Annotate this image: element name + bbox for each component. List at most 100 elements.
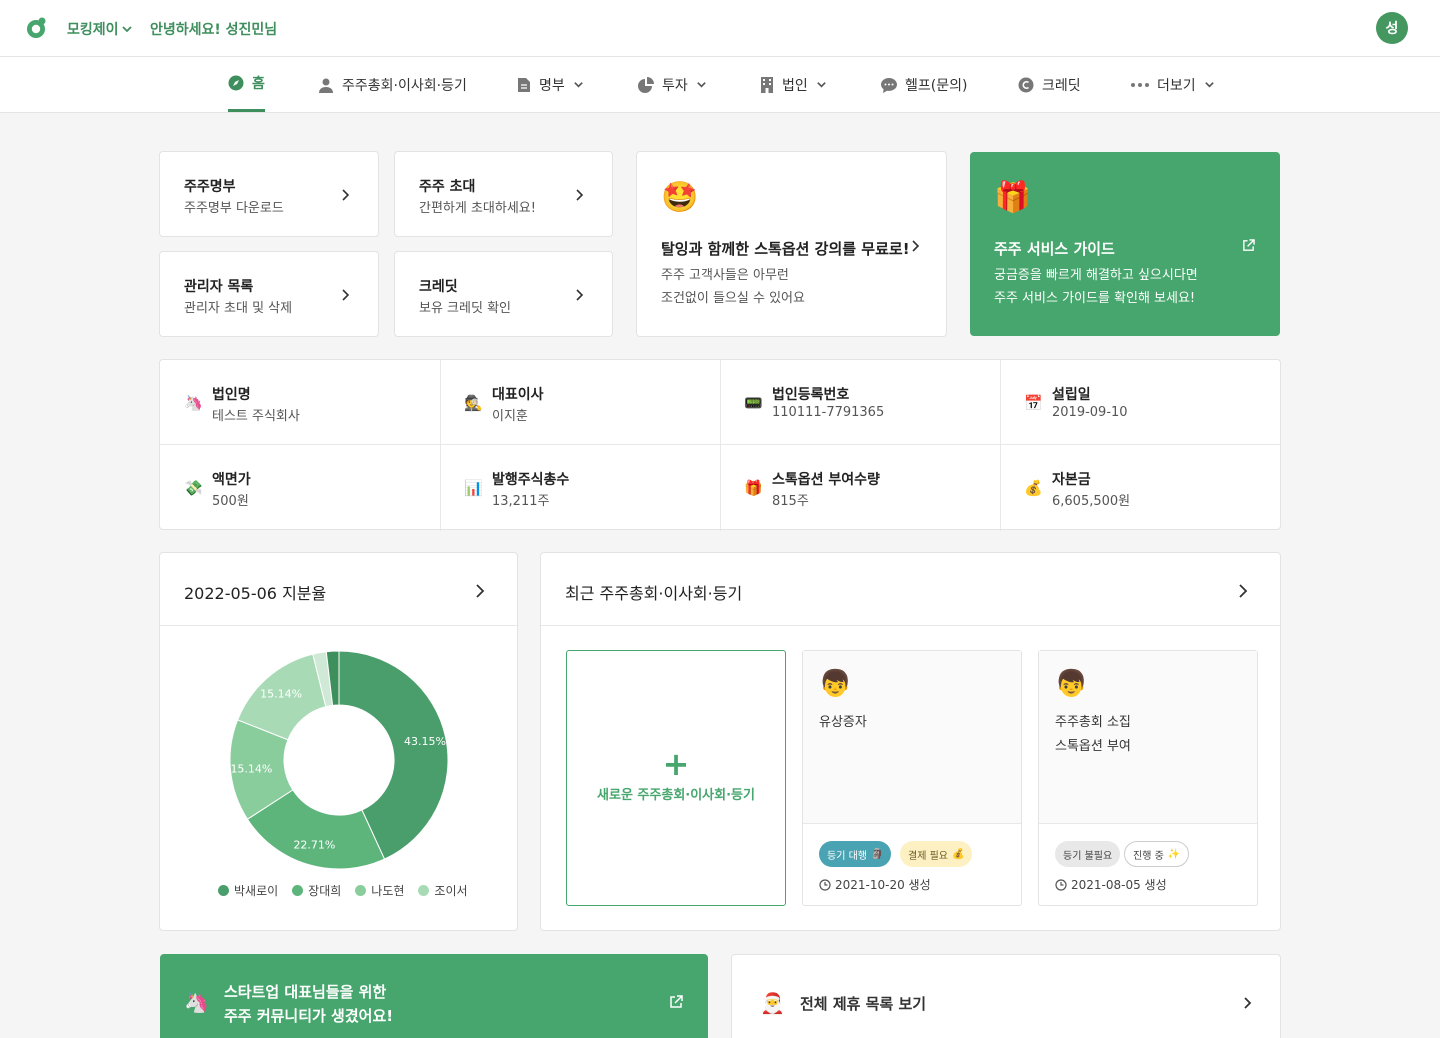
building-icon: [761, 76, 773, 93]
pie-chart-icon: [638, 76, 654, 93]
greeting-text: 안녕하세요! 성진민님: [150, 22, 278, 38]
admin-list-card[interactable]: 관리자 목록 관리자 초대 및 삭제: [159, 251, 379, 337]
meeting-date: 2021-10-20 생성: [819, 876, 931, 893]
meetings-header[interactable]: 최근 주주총회·이사회·등기: [541, 553, 1280, 626]
nav-corporation[interactable]: 법인: [760, 57, 827, 112]
ownership-header[interactable]: 2022-05-06 지분율: [160, 553, 517, 626]
card-subtitle: 관리자 초대 및 삭제: [184, 301, 293, 316]
guide-body: 궁금증을 빠르게 해결하고 싶으시다면 주주 서비스 가이드를 확인해 보세요!: [994, 268, 1198, 306]
external-link-icon: [670, 995, 683, 1008]
card-title: 관리자 목록: [184, 279, 254, 295]
chevron-down-icon: [1204, 82, 1214, 88]
chevron-down-icon: [697, 82, 706, 88]
service-guide-card[interactable]: 🎁 주주 서비스 가이드 궁금증을 빠르게 해결하고 싶으시다면 주주 서비스 …: [970, 152, 1280, 336]
chevron-right-icon: [342, 289, 350, 301]
stock-option-lecture-promo[interactable]: 🤩 탈잉과 함께한 스톡옵션 강의를 무료로! 주주 고객사들은 아무런 조건없…: [636, 151, 947, 337]
community-banner[interactable]: 🦄 스타트업 대표님들을 위한 주주 커뮤니티가 생겼어요!: [160, 954, 708, 1038]
new-meeting-button[interactable]: + 새로운 주주총회·이사회·등기: [566, 650, 786, 906]
nav-help-label: 헬프(문의): [905, 77, 968, 94]
main-nav: 홈 주주총회·이사회·등기 명부 투자 법인 헬프(문의) 크레딧 더보기: [0, 57, 1440, 113]
nav-registry[interactable]: 명부: [517, 57, 584, 112]
status-badge: 진행 중 ✨: [1124, 841, 1190, 867]
info-label: 법인등록번호: [772, 387, 850, 403]
chevron-right-icon: [1244, 997, 1252, 1009]
info-value: 테스트 주식회사: [212, 409, 300, 424]
calendar-icon: 📅: [1024, 394, 1043, 412]
chevron-right-icon[interactable]: [475, 583, 485, 599]
nav-investment[interactable]: 투자: [638, 57, 707, 112]
info-total-shares: 📊 발행주식총수 13,211주: [440, 445, 720, 530]
credit-card[interactable]: 크레딧 보유 크레딧 확인: [394, 251, 613, 337]
meeting-item[interactable]: 👦 유상증자 등기 대행 🗿 결제 필요 💰 2021-10-20 생성: [802, 650, 1022, 906]
nav-registry-label: 명부: [539, 77, 565, 94]
gift-icon: 🎁: [744, 479, 763, 497]
donut-slice-label: 15.14%: [230, 763, 272, 776]
unicorn-icon: 🦄: [184, 990, 209, 1014]
legend-swatch: [292, 885, 304, 896]
info-founded-date: 📅 설립일 2019-09-10: [1000, 360, 1280, 445]
partner-list-banner[interactable]: 🎅 전체 제휴 목록 보기: [731, 954, 1281, 1038]
shareholder-registry-card[interactable]: 주주명부 주주명부 다운로드: [159, 151, 379, 237]
info-value: 815주: [772, 494, 809, 509]
nav-more-label: 더보기: [1157, 77, 1196, 94]
chevron-right-icon: [342, 189, 350, 201]
chart-legend: 박새로이 장대희 나도현 조이서: [218, 882, 468, 899]
nav-help[interactable]: 헬프(문의): [881, 57, 967, 112]
card-subtitle: 주주명부 다운로드: [184, 201, 284, 216]
legend-item: 나도현: [355, 882, 404, 899]
info-label: 스톡옵션 부여수량: [772, 472, 880, 488]
invite-shareholder-card[interactable]: 주주 초대 간편하게 초대하세요!: [394, 151, 613, 237]
nav-home[interactable]: 홈: [228, 57, 265, 112]
clock-icon: [819, 878, 831, 891]
card-title: 크레딧: [419, 279, 458, 295]
donut-slice-label: 15.14%: [260, 688, 302, 701]
document-icon: [518, 77, 530, 92]
money-bag-icon: 💰: [951, 848, 965, 860]
badge-label: 등기 불필요: [1063, 850, 1113, 862]
pager-icon: 📟: [744, 394, 763, 412]
star-struck-emoji-icon: 🤩: [661, 180, 699, 215]
meeting-item[interactable]: 👦 주주총회 소집 스톡옵션 부여 등기 불필요 진행 중 ✨ 2021-08-…: [1038, 650, 1258, 906]
chevron-down-icon: [121, 26, 132, 33]
gift-icon: 🎁: [994, 180, 1032, 215]
info-label: 발행주식총수: [492, 472, 570, 488]
partner-title: 전체 제휴 목록 보기: [800, 995, 927, 1013]
info-label: 설립일: [1052, 387, 1091, 403]
info-value: 500원: [212, 494, 249, 509]
new-meeting-label: 새로운 주주총회·이사회·등기: [597, 788, 755, 803]
logo-icon[interactable]: [24, 16, 48, 40]
ownership-card: 2022-05-06 지분율 43.15% 22.71% 15.14% 15.14% …: [159, 552, 518, 931]
info-label: 액면가: [212, 472, 251, 488]
meeting-item-body: 👦 유상증자: [803, 651, 1021, 824]
info-label: 법인명: [212, 387, 251, 403]
legend-label: 장대희: [308, 884, 342, 898]
promo-body: 주주 고객사들은 아무런 조건없이 들으실 수 있어요: [661, 268, 805, 306]
legend-swatch: [218, 885, 229, 896]
meeting-date: 2021-08-05 생성: [1055, 876, 1167, 893]
legend-item: 조이서: [418, 882, 468, 899]
card-title: 주주명부: [184, 179, 236, 195]
info-company-name: 🦄 법인명 테스트 주식회사: [160, 360, 440, 445]
ownership-title: 2022-05-06 지분율: [184, 584, 327, 603]
nav-credit-label: 크레딧: [1042, 77, 1081, 94]
card-subtitle: 보유 크레딧 확인: [419, 301, 511, 316]
meeting-item-agenda: 주주총회 소집 스톡옵션 부여: [1055, 715, 1131, 754]
avatar[interactable]: 성: [1376, 12, 1408, 44]
nav-credit[interactable]: 크레딧: [1018, 57, 1081, 112]
person-laptop-icon: 👦: [1055, 669, 1088, 699]
chevron-right-icon: [912, 240, 920, 252]
nav-more[interactable]: 더보기: [1131, 57, 1215, 112]
nav-meetings[interactable]: 주주총회·이사회·등기: [318, 57, 467, 112]
chevron-right-icon: [576, 189, 584, 201]
badge-label: 결제 필요: [908, 850, 948, 862]
donut-slice-label: 43.15%: [404, 735, 446, 748]
chevron-right-icon[interactable]: [1238, 583, 1248, 599]
badge-label: 등기 대행: [827, 850, 867, 862]
donut-slice-label: 22.71%: [293, 838, 335, 851]
recent-meetings-card: 최근 주주총회·이사회·등기 + 새로운 주주총회·이사회·등기 👦 유상증자 …: [540, 552, 1281, 931]
compass-icon: [228, 75, 244, 91]
info-stock-option-amount: 🎁 스톡옵션 부여수량 815주: [720, 445, 1000, 530]
company-name: 모킹제이: [67, 22, 119, 38]
company-selector[interactable]: 모킹제이: [67, 19, 133, 39]
community-title: 스타트업 대표님들을 위한 주주 커뮤니티가 생겼어요!: [224, 983, 394, 1025]
